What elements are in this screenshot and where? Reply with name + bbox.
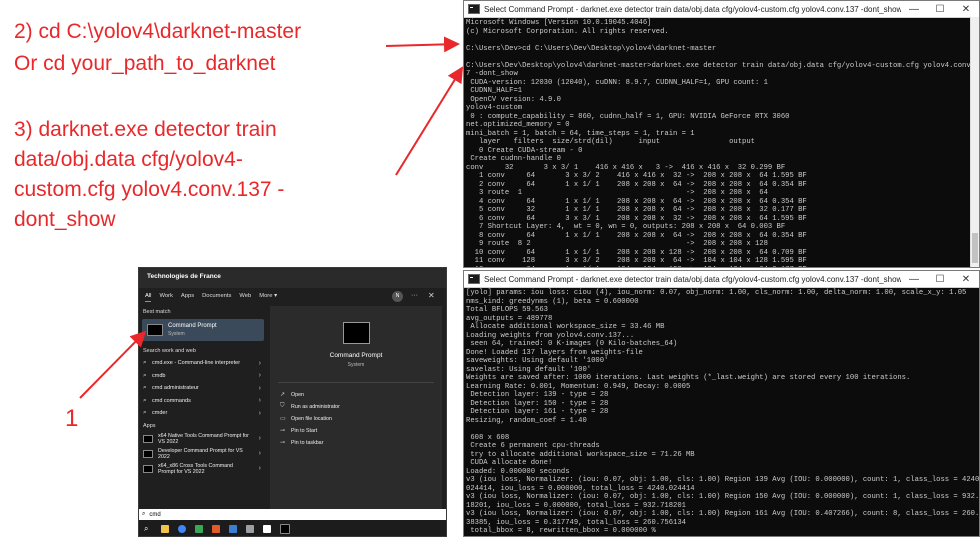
arrow-to-train-command xyxy=(395,66,464,176)
annotation-arrows xyxy=(79,36,464,399)
arrow-to-command-prompt xyxy=(79,330,147,399)
arrow-to-cd-command xyxy=(385,36,460,53)
